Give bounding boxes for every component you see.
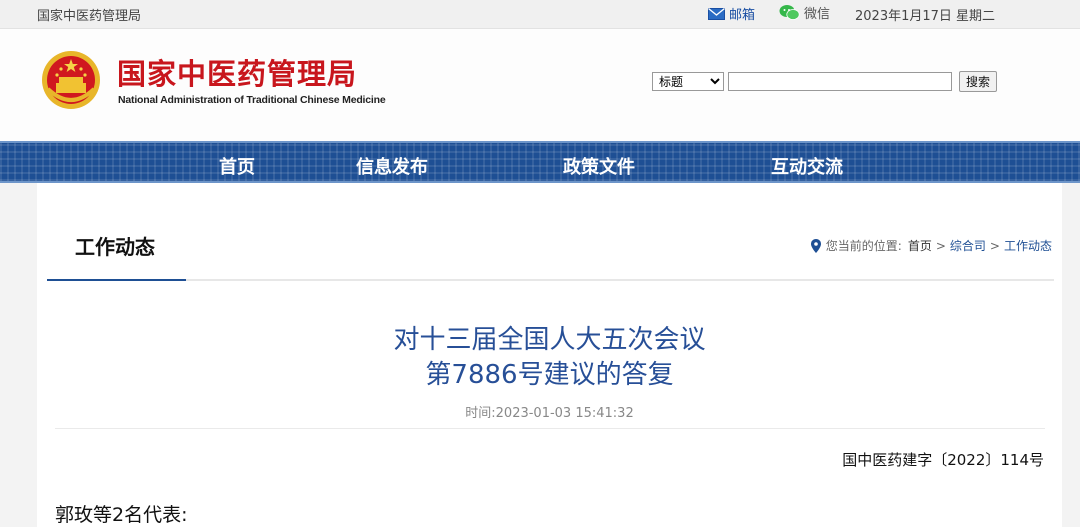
article-title-line2: 第7886号建议的答复 [425, 360, 674, 390]
breadcrumb: 您当前的位置: 首页 > 综合司 > 工作动态 [810, 237, 1052, 254]
breadcrumb-current[interactable]: 工作动态 [1004, 237, 1052, 254]
wechat-label: 微信 [804, 7, 831, 22]
mail-icon [708, 7, 725, 20]
publish-time: 时间:2023-01-03 15:41:32 [465, 406, 634, 421]
header: 国家中医药管理局 National Administration of Trad… [0, 29, 1080, 141]
top-bar: 国家中医药管理局 邮箱 微信 2023年1月17日 星期二 [0, 0, 1080, 29]
wechat-link[interactable]: 微信 [779, 3, 830, 22]
current-date: 2023年1月17日 星期二 [855, 9, 996, 24]
mail-label: 邮箱 [729, 8, 756, 23]
article-salutation: 郭玫等2名代表: [55, 504, 188, 526]
breadcrumb-prefix: 您当前的位置: [825, 239, 902, 253]
breadcrumb-separator: > [989, 238, 1000, 253]
national-emblem-icon[interactable] [40, 49, 102, 111]
section-title: 工作动态 [75, 235, 155, 259]
active-tab-indicator [47, 279, 186, 281]
location-pin-icon [810, 238, 821, 253]
document-number: 国中医药建字〔2022〕114号 [842, 451, 1044, 469]
site-logo-chinese[interactable]: 国家中医药管理局 [117, 51, 357, 93]
site-logo-english: National Administration of Traditional C… [118, 94, 386, 106]
main-nav: 首页 信息发布 政策文件 互动交流 [0, 141, 1080, 183]
nav-item-interaction[interactable]: 互动交流 [771, 153, 843, 179]
content-panel: 工作动态 您当前的位置: 首页 > 综合司 > 工作动态 对十三届全国人大五次会… [37, 183, 1062, 527]
nav-item-home[interactable]: 首页 [219, 153, 255, 179]
mail-link[interactable]: 邮箱 [708, 4, 755, 23]
search-button[interactable]: 搜索 [959, 71, 998, 92]
section-tab-underline [47, 279, 1054, 281]
article-title-line1: 对十三届全国人大五次会议 [393, 325, 706, 355]
nav-item-info-release[interactable]: 信息发布 [356, 153, 428, 179]
breadcrumb-home[interactable]: 首页 [908, 237, 932, 254]
search-field-select[interactable]: 标题 [652, 72, 724, 91]
search-input[interactable] [728, 72, 952, 91]
search-bar: 标题 搜索 [652, 71, 998, 92]
breadcrumb-separator: > [935, 238, 946, 253]
nav-item-policy-docs[interactable]: 政策文件 [563, 153, 635, 179]
breadcrumb-department[interactable]: 综合司 [950, 237, 986, 254]
divider [55, 428, 1045, 429]
wechat-icon [779, 5, 800, 20]
site-name[interactable]: 国家中医药管理局 [37, 5, 141, 24]
